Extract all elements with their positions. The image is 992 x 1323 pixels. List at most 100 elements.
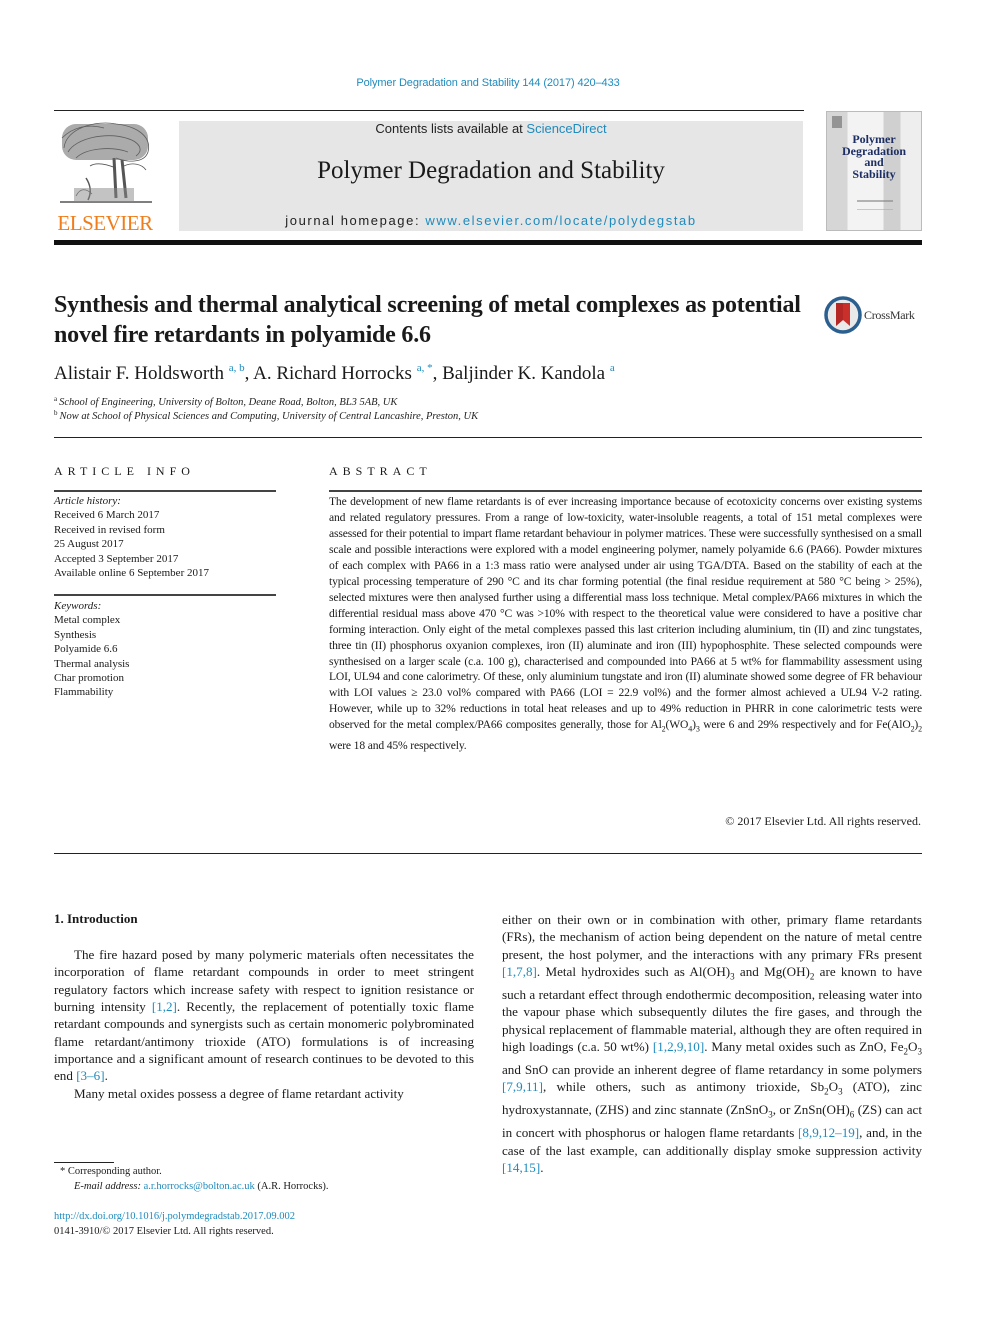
author-separator: , <box>432 363 443 384</box>
affiliation-text: Now at School of Physical Sciences and C… <box>59 411 479 422</box>
journal-banner: Contents lists available at ScienceDirec… <box>179 121 803 231</box>
abstract-body: The development of new flame retardants … <box>329 494 922 754</box>
body-text: O <box>828 1079 839 1095</box>
doi-link[interactable]: http://dx.doi.org/10.1016/j.polymdegrads… <box>54 1211 295 1222</box>
body-paragraph: either on their own or in combination wi… <box>502 911 922 1176</box>
affiliation-text: School of Engineering, University of Bol… <box>59 397 398 408</box>
cover-title-line: Stability <box>852 166 896 181</box>
keyword: Flammability <box>54 686 114 699</box>
body-column-right: either on their own or in combination wi… <box>502 911 922 1176</box>
author-affiliation-marks[interactable]: a, b <box>229 362 245 374</box>
body-text: and Mg(OH) <box>734 964 810 980</box>
author-separator: , <box>244 363 254 384</box>
abstract-text: were 6 and 29% respectively and for Fe(A… <box>699 718 911 732</box>
header-rule <box>54 110 804 111</box>
abstract-rule <box>329 490 922 492</box>
body-text: . Metal hydroxides such as Al(OH) <box>536 964 731 980</box>
journal-cover-thumbnail[interactable]: Polymer Degradation and Stability <box>826 111 922 231</box>
email-note: E-mail address: a.r.horrocks@bolton.ac.u… <box>74 1181 329 1192</box>
keywords-rule <box>54 594 276 596</box>
history-item: Received 6 March 2017 <box>54 509 160 522</box>
elsevier-logo[interactable]: ELSEVIER <box>54 118 156 235</box>
keyword: Polyamide 6.6 <box>54 643 118 656</box>
abstract-heading: ABSTRACT <box>329 464 432 478</box>
reference-link[interactable]: [1,2] <box>152 999 177 1014</box>
reference-link[interactable]: [1,2,9,10] <box>653 1039 704 1054</box>
elsevier-wordmark: ELSEVIER <box>57 211 153 235</box>
contents-prefix: Contents lists available at <box>375 121 527 136</box>
body-text: and SnO can provide an inherent degree o… <box>502 1061 922 1077</box>
article-title: Synthesis and thermal analytical screeni… <box>54 292 801 348</box>
history-item: Accepted 3 September 2017 <box>54 552 179 565</box>
email-suffix: (A.R. Horrocks). <box>254 1181 329 1192</box>
reference-link[interactable]: [7,9,11] <box>502 1079 543 1094</box>
body-text: either on their own or in combination wi… <box>502 912 922 962</box>
crossmark-icon <box>824 296 862 334</box>
history-item: Available online 6 September 2017 <box>54 567 209 580</box>
email-label: E-mail address: <box>74 1181 144 1192</box>
body-text: . Many metal oxides such as ZnO, Fe <box>704 1039 904 1055</box>
corresponding-author-note: * Corresponding author. <box>60 1166 162 1177</box>
section-divider <box>54 437 922 438</box>
author-name[interactable]: Alistair F. Holdsworth <box>54 363 224 384</box>
reference-link[interactable]: [14,15] <box>502 1160 540 1175</box>
masthead-rule <box>54 240 922 245</box>
affiliation: b Now at School of Physical Sciences and … <box>54 409 478 422</box>
author-affiliation-marks[interactable]: a, * <box>417 362 433 374</box>
article-info-heading: ARTICLE INFO <box>54 464 195 478</box>
author-affiliation-marks[interactable]: a <box>610 362 615 374</box>
article-history: Article history: Received 6 March 2017 R… <box>54 494 276 580</box>
footnote-rule <box>54 1162 114 1163</box>
abstract-text: were 18 and 45% respectively. <box>329 738 467 752</box>
affiliation-mark: b <box>54 409 58 417</box>
subscript: 2 <box>918 724 922 734</box>
crossmark-badge[interactable]: CrossMark <box>824 296 924 336</box>
body-text: . <box>540 1159 544 1175</box>
keyword: Char promotion <box>54 672 124 685</box>
article-info-rule <box>54 490 276 492</box>
abstract-text: (WO <box>665 718 689 732</box>
journal-title: Polymer Degradation and Stability <box>317 157 665 184</box>
keyword: Synthesis <box>54 628 97 641</box>
reference-link[interactable]: [3–6] <box>76 1068 104 1083</box>
author-list: Alistair F. Holdsworth a, b, A. Richard … <box>54 362 914 385</box>
sciencedirect-link[interactable]: ScienceDirect <box>526 121 606 136</box>
body-divider <box>54 853 922 854</box>
issn-copyright: 0141-3910/© 2017 Elsevier Ltd. All right… <box>54 1226 274 1237</box>
body-paragraph: The fire hazard posed by many polymeric … <box>54 946 474 1085</box>
keywords-list: Keywords: Metal complex Synthesis Polyam… <box>54 599 276 700</box>
crossmark-label: CrossMark <box>864 308 915 322</box>
homepage-prefix: journal homepage: <box>285 213 426 228</box>
abstract-text: The development of new flame retardants … <box>329 495 922 732</box>
body-paragraph: Many metal oxides possess a degree of fl… <box>74 1085 404 1101</box>
author-name[interactable]: A. Richard Horrocks <box>253 363 412 384</box>
body-column-left: The fire hazard posed by many polymeric … <box>54 946 474 1102</box>
keyword: Metal complex <box>54 614 121 627</box>
email-link[interactable]: a.r.horrocks@bolton.ac.uk <box>144 1181 255 1192</box>
homepage-line: journal homepage: www.elsevier.com/locat… <box>179 213 803 228</box>
history-label: Article history: <box>54 495 121 507</box>
abstract-copyright: © 2017 Elsevier Ltd. All rights reserved… <box>725 814 921 828</box>
body-text: . <box>104 1068 108 1084</box>
body-text: , or ZnSn(OH) <box>772 1102 850 1118</box>
reference-link[interactable]: [8,9,12–19] <box>798 1125 859 1140</box>
journal-homepage-link[interactable]: www.elsevier.com/locate/polydegstab <box>425 213 696 228</box>
author-name[interactable]: Baljinder K. Kandola <box>442 363 605 384</box>
cover-footer-mark <box>857 200 893 210</box>
keyword: Thermal analysis <box>54 657 130 670</box>
subscript: 3 <box>917 1046 923 1057</box>
elsevier-tree-icon <box>60 122 152 203</box>
affiliation: a School of Engineering, University of Bo… <box>54 395 397 408</box>
section-heading-introduction: 1. Introduction <box>54 911 138 926</box>
cover-title: Polymer Degradation and Stability <box>827 133 921 181</box>
body-text: O <box>908 1039 918 1055</box>
keywords-label: Keywords: <box>54 600 102 612</box>
affiliation-mark: a <box>54 395 58 403</box>
history-item: 25 August 2017 <box>54 538 124 551</box>
contents-line: Contents lists available at ScienceDirec… <box>179 121 803 136</box>
history-item: Received in revised form <box>54 523 165 536</box>
reference-link[interactable]: [1,7,8] <box>502 964 537 979</box>
cover-publisher-icon <box>832 116 842 128</box>
body-text: , while others, such as antimony trioxid… <box>542 1079 825 1095</box>
journal-citation[interactable]: Polymer Degradation and Stability 144 (2… <box>0 77 976 89</box>
